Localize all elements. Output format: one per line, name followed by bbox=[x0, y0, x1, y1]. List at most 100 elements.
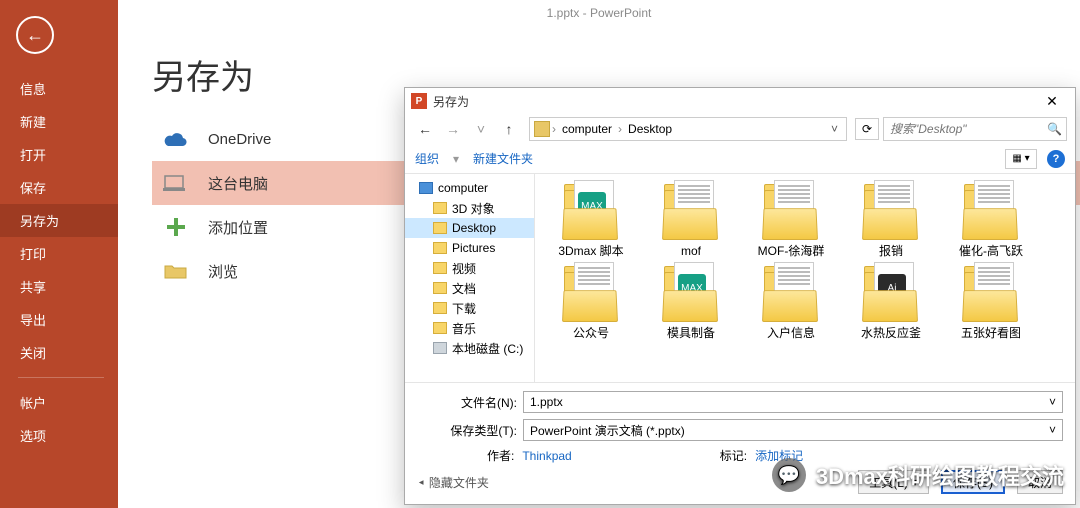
tag-add[interactable]: 添加标记 bbox=[755, 447, 803, 464]
filename-label: 文件名(N): bbox=[417, 394, 517, 411]
refresh-button[interactable]: ⟳ bbox=[855, 118, 879, 140]
option-label: 添加位置 bbox=[208, 217, 268, 238]
nav-item[interactable]: 帐户 bbox=[0, 386, 118, 419]
close-button[interactable]: ✕ bbox=[1035, 93, 1069, 110]
help-icon[interactable]: ? bbox=[1047, 150, 1065, 168]
cancel-button[interactable]: 取消 bbox=[1017, 470, 1063, 494]
address-dropdown[interactable]: ˅ bbox=[827, 122, 842, 136]
tree-item[interactable]: 文档 bbox=[405, 278, 534, 298]
tree-label: 3D 对象 bbox=[452, 200, 495, 217]
option-icon bbox=[162, 128, 190, 150]
folder-icon bbox=[760, 262, 822, 322]
file-label: 报销 bbox=[845, 244, 937, 258]
tree-item[interactable]: Desktop bbox=[405, 218, 534, 238]
folder-icon bbox=[433, 322, 447, 334]
address-bar[interactable]: › computer › Desktop ˅ bbox=[529, 117, 847, 141]
option-icon bbox=[162, 216, 190, 238]
hide-folders-button[interactable]: 隐藏文件夹 bbox=[417, 474, 489, 491]
option-label: 浏览 bbox=[208, 261, 238, 282]
save-button[interactable]: 保存(S) bbox=[941, 470, 1005, 494]
file-item[interactable]: MOF-徐海群 bbox=[745, 180, 837, 258]
dropdown-icon[interactable]: ˅ bbox=[1049, 423, 1056, 437]
computer-icon bbox=[419, 182, 433, 194]
nav-separator bbox=[18, 377, 104, 378]
nav-item[interactable]: 共享 bbox=[0, 270, 118, 303]
author-value[interactable]: Thinkpad bbox=[522, 449, 571, 463]
option-icon bbox=[162, 172, 190, 194]
nav-item[interactable]: 信息 bbox=[0, 72, 118, 105]
tree-label: computer bbox=[438, 181, 488, 195]
search-icon: 🔍 bbox=[1047, 122, 1062, 136]
tree-item[interactable]: 视频 bbox=[405, 258, 534, 278]
file-item[interactable]: 入户信息 bbox=[745, 262, 837, 340]
option-label: OneDrive bbox=[208, 131, 271, 148]
nav-item[interactable]: 打印 bbox=[0, 237, 118, 270]
backstage-sidebar: ← 信息新建打开保存另存为打印共享导出关闭 帐户选项 bbox=[0, 0, 118, 508]
breadcrumb-root[interactable]: computer bbox=[558, 120, 616, 138]
file-item[interactable]: MAX模具制备 bbox=[645, 262, 737, 340]
organize-menu[interactable]: 组织 bbox=[415, 150, 439, 167]
nav-forward-button[interactable]: → bbox=[441, 117, 465, 141]
view-button[interactable]: ▦ ▾ bbox=[1005, 149, 1037, 169]
tree-label: Desktop bbox=[452, 221, 496, 235]
filename-input[interactable] bbox=[530, 395, 1049, 409]
folder-icon bbox=[860, 180, 922, 240]
nav-item[interactable]: 保存 bbox=[0, 171, 118, 204]
file-item[interactable]: 公众号 bbox=[545, 262, 637, 340]
tree-item[interactable]: 本地磁盘 (C:) bbox=[405, 338, 534, 358]
powerpoint-icon: P bbox=[411, 93, 427, 109]
tree-label: 视频 bbox=[452, 260, 476, 277]
folder-tree: computer 3D 对象 Desktop Pictures 视频文档下载音乐本地磁盘… bbox=[405, 174, 535, 382]
file-item[interactable]: mof bbox=[645, 180, 737, 258]
nav-item[interactable]: 关闭 bbox=[0, 336, 118, 369]
back-button[interactable]: ← bbox=[16, 16, 54, 54]
tree-item[interactable]: 下载 bbox=[405, 298, 534, 318]
search-box[interactable]: 🔍 bbox=[883, 117, 1067, 141]
tree-item[interactable]: 3D 对象 bbox=[405, 198, 534, 218]
file-label: 催化-高飞跃 bbox=[945, 244, 1037, 258]
folder-icon bbox=[433, 282, 447, 294]
dialog-title: 另存为 bbox=[433, 93, 1035, 110]
folder-icon bbox=[433, 202, 447, 214]
dropdown-icon[interactable]: ˅ bbox=[1049, 395, 1056, 409]
folder-icon: Ai bbox=[860, 262, 922, 322]
filetype-combo[interactable]: PowerPoint 演示文稿 (*.pptx) ˅ bbox=[523, 419, 1063, 441]
folder-icon bbox=[760, 180, 822, 240]
nav-item[interactable]: 另存为 bbox=[0, 204, 118, 237]
nav-up-button[interactable]: ↑ bbox=[497, 117, 521, 141]
file-item[interactable]: 催化-高飞跃 bbox=[945, 180, 1037, 258]
dropdown-icon: ▾ bbox=[912, 475, 918, 489]
drive-icon bbox=[433, 342, 447, 354]
search-input[interactable] bbox=[890, 122, 1047, 136]
folder-icon bbox=[960, 262, 1022, 322]
nav-item[interactable]: 新建 bbox=[0, 105, 118, 138]
breadcrumb-leaf[interactable]: Desktop bbox=[624, 120, 676, 138]
filetype-label: 保存类型(T): bbox=[417, 422, 517, 439]
dialog-bottom: 文件名(N): ˅ 保存类型(T): PowerPoint 演示文稿 (*.pp… bbox=[405, 382, 1075, 504]
dialog-toolbar: 组织 ▾ 新建文件夹 ▦ ▾ ? bbox=[405, 144, 1075, 174]
file-item[interactable]: Ai水热反应釜 bbox=[845, 262, 937, 340]
tree-item[interactable]: computer bbox=[405, 178, 534, 198]
new-folder-button[interactable]: 新建文件夹 bbox=[473, 150, 533, 167]
folder-icon: MAX bbox=[560, 180, 622, 240]
file-label: 3Dmax 脚本 bbox=[545, 244, 637, 258]
tree-label: 下载 bbox=[452, 300, 476, 317]
nav-back-button[interactable]: ← bbox=[413, 117, 437, 141]
file-item[interactable]: MAX 3Dmax 脚本 bbox=[545, 180, 637, 258]
folder-icon bbox=[433, 222, 447, 234]
nav-item[interactable]: 选项 bbox=[0, 419, 118, 452]
folder-icon bbox=[433, 262, 447, 274]
file-item[interactable]: 五张好看图 bbox=[945, 262, 1037, 340]
dialog-titlebar: P 另存为 ✕ bbox=[405, 88, 1075, 114]
tree-item[interactable]: 音乐 bbox=[405, 318, 534, 338]
folder-icon bbox=[960, 180, 1022, 240]
nav-item[interactable]: 导出 bbox=[0, 303, 118, 336]
nav-recent-button[interactable]: ˅ bbox=[469, 117, 493, 141]
tree-item[interactable]: Pictures bbox=[405, 238, 534, 258]
tools-button[interactable]: 工具(L)▾ bbox=[858, 470, 929, 494]
file-item[interactable]: 报销 bbox=[845, 180, 937, 258]
toolbar-dropdown-icon: ▾ bbox=[453, 152, 459, 166]
tree-label: 本地磁盘 (C:) bbox=[452, 340, 523, 357]
filename-combo[interactable]: ˅ bbox=[523, 391, 1063, 413]
nav-item[interactable]: 打开 bbox=[0, 138, 118, 171]
